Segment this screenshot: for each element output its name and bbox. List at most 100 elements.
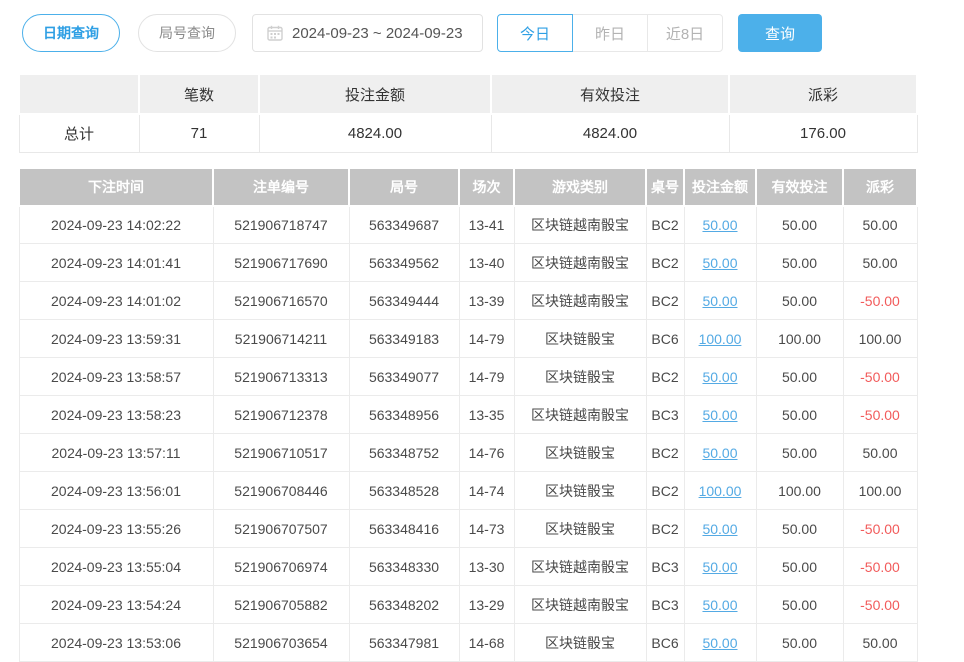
cell-payout: 50.00 — [843, 624, 917, 662]
cell-valid-bet: 50.00 — [756, 282, 843, 320]
summary-header-empty — [19, 74, 139, 114]
cell-game-type: 区块链骰宝 — [514, 320, 646, 358]
bet-amount-link[interactable]: 50.00 — [702, 521, 737, 537]
cell-valid-bet: 50.00 — [756, 358, 843, 396]
table-row: 2024-09-23 13:55:04 521906706974 5633483… — [19, 548, 917, 586]
summary-table: 笔数 投注金额 有效投注 派彩 总计 71 4824.00 4824.00 17… — [18, 73, 918, 153]
bet-amount-link[interactable]: 50.00 — [702, 635, 737, 651]
cell-session: 14-73 — [459, 510, 514, 548]
cell-bet-time: 2024-09-23 13:56:01 — [19, 472, 213, 510]
cell-session: 13-40 — [459, 244, 514, 282]
cell-order-id: 521906705882 — [213, 586, 349, 624]
date-range-value: 2024-09-23 ~ 2024-09-23 — [292, 25, 463, 42]
bet-amount-link[interactable]: 100.00 — [699, 331, 742, 347]
cell-bet-time: 2024-09-23 13:59:31 — [19, 320, 213, 358]
date-range-input[interactable]: 2024-09-23 ~ 2024-09-23 — [252, 14, 483, 52]
cell-session: 14-76 — [459, 434, 514, 472]
table-row: 2024-09-23 13:55:26 521906707507 5633484… — [19, 510, 917, 548]
quick-filter-yesterday[interactable]: 昨日 — [572, 14, 648, 52]
table-row: 2024-09-23 13:54:24 521906705882 5633482… — [19, 586, 917, 624]
cell-round-id: 563349562 — [349, 244, 459, 282]
summary-total-bet-amount: 4824.00 — [259, 114, 491, 152]
cell-order-id: 521906703654 — [213, 624, 349, 662]
bet-amount-link[interactable]: 50.00 — [702, 293, 737, 309]
round-query-tab[interactable]: 局号查询 — [138, 14, 236, 52]
bet-amount-link[interactable]: 50.00 — [702, 255, 737, 271]
cell-bet-amount: 50.00 — [684, 396, 756, 434]
summary-total-row: 总计 71 4824.00 4824.00 176.00 — [19, 114, 917, 152]
cell-bet-time: 2024-09-23 13:57:11 — [19, 434, 213, 472]
cell-order-id: 521906716570 — [213, 282, 349, 320]
cell-round-id: 563349687 — [349, 206, 459, 244]
bet-records-table: 下注时间 注单编号 局号 场次 游戏类别 桌号 投注金额 有效投注 派彩 202… — [18, 167, 918, 662]
cell-order-id: 521906712378 — [213, 396, 349, 434]
bet-amount-link[interactable]: 50.00 — [702, 369, 737, 385]
cell-payout: 50.00 — [843, 434, 917, 472]
table-row: 2024-09-23 13:58:57 521906713313 5633490… — [19, 358, 917, 396]
summary-total-label: 总计 — [19, 114, 139, 152]
cell-payout: -50.00 — [843, 510, 917, 548]
date-query-tab[interactable]: 日期查询 — [22, 14, 120, 52]
cell-bet-time: 2024-09-23 13:53:06 — [19, 624, 213, 662]
quick-filter-today[interactable]: 今日 — [497, 14, 573, 52]
calendar-icon — [267, 25, 283, 41]
cell-round-id: 563348956 — [349, 396, 459, 434]
table-row: 2024-09-23 14:01:02 521906716570 5633494… — [19, 282, 917, 320]
bet-amount-link[interactable]: 50.00 — [702, 559, 737, 575]
cell-table-no: BC6 — [646, 320, 684, 358]
bet-amount-link[interactable]: 50.00 — [702, 597, 737, 613]
cell-session: 14-74 — [459, 472, 514, 510]
col-bet-time: 下注时间 — [19, 168, 213, 206]
cell-valid-bet: 50.00 — [756, 244, 843, 282]
cell-order-id: 521906714211 — [213, 320, 349, 358]
cell-bet-time: 2024-09-23 13:58:57 — [19, 358, 213, 396]
search-button[interactable]: 查询 — [738, 14, 822, 52]
col-round-id: 局号 — [349, 168, 459, 206]
cell-bet-time: 2024-09-23 14:01:02 — [19, 282, 213, 320]
table-row: 2024-09-23 13:59:31 521906714211 5633491… — [19, 320, 917, 358]
col-session: 场次 — [459, 168, 514, 206]
cell-order-id: 521906713313 — [213, 358, 349, 396]
cell-table-no: BC3 — [646, 396, 684, 434]
quick-filter-last8days[interactable]: 近8日 — [647, 14, 723, 52]
bet-table-body: 2024-09-23 14:02:22 521906718747 5633496… — [19, 206, 917, 662]
cell-valid-bet: 50.00 — [756, 510, 843, 548]
cell-game-type: 区块链骰宝 — [514, 510, 646, 548]
cell-game-type: 区块链骰宝 — [514, 434, 646, 472]
cell-game-type: 区块链骰宝 — [514, 358, 646, 396]
cell-bet-amount: 50.00 — [684, 206, 756, 244]
cell-table-no: BC2 — [646, 472, 684, 510]
cell-session: 13-30 — [459, 548, 514, 586]
cell-session: 14-68 — [459, 624, 514, 662]
quick-filter-group: 今日 昨日 近8日 — [497, 14, 723, 52]
cell-order-id: 521906706974 — [213, 548, 349, 586]
cell-valid-bet: 50.00 — [756, 586, 843, 624]
bet-amount-link[interactable]: 50.00 — [702, 445, 737, 461]
cell-bet-amount: 50.00 — [684, 510, 756, 548]
cell-valid-bet: 100.00 — [756, 472, 843, 510]
cell-session: 13-41 — [459, 206, 514, 244]
cell-valid-bet: 100.00 — [756, 320, 843, 358]
cell-table-no: BC3 — [646, 548, 684, 586]
cell-payout: 100.00 — [843, 472, 917, 510]
bet-amount-link[interactable]: 50.00 — [702, 217, 737, 233]
cell-valid-bet: 50.00 — [756, 206, 843, 244]
bet-amount-link[interactable]: 50.00 — [702, 407, 737, 423]
summary-total-count: 71 — [139, 114, 259, 152]
cell-valid-bet: 50.00 — [756, 396, 843, 434]
cell-session: 14-79 — [459, 320, 514, 358]
bet-table-header-row: 下注时间 注单编号 局号 场次 游戏类别 桌号 投注金额 有效投注 派彩 — [19, 168, 917, 206]
cell-payout: -50.00 — [843, 548, 917, 586]
bet-amount-link[interactable]: 100.00 — [699, 483, 742, 499]
summary-header-row: 笔数 投注金额 有效投注 派彩 — [19, 74, 917, 114]
cell-game-type: 区块链越南骰宝 — [514, 244, 646, 282]
cell-payout: -50.00 — [843, 358, 917, 396]
cell-order-id: 521906717690 — [213, 244, 349, 282]
cell-round-id: 563348416 — [349, 510, 459, 548]
col-bet-amount: 投注金额 — [684, 168, 756, 206]
cell-payout: -50.00 — [843, 586, 917, 624]
cell-bet-amount: 100.00 — [684, 472, 756, 510]
cell-payout: 50.00 — [843, 244, 917, 282]
cell-round-id: 563349444 — [349, 282, 459, 320]
cell-payout: -50.00 — [843, 282, 917, 320]
